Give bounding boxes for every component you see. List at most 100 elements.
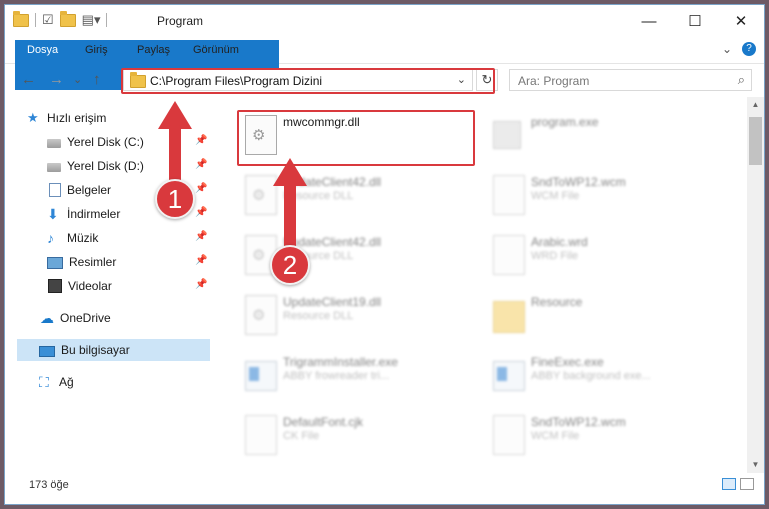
tab-home[interactable]: Giriş <box>75 40 118 60</box>
address-highlight-box <box>121 68 495 94</box>
tab-share[interactable]: Paylaş <box>127 40 180 60</box>
blank-file-icon <box>493 415 525 455</box>
blank-file-icon <box>245 415 277 455</box>
file-name: SndToWP12.wcm <box>531 415 626 429</box>
pin-icon: 📌 <box>195 279 208 290</box>
app-file-icon <box>493 361 525 391</box>
sidebar-item-label: Hızlı erişim <box>47 111 107 125</box>
sidebar-item-label: Yerel Disk (D:) <box>67 159 144 173</box>
sidebar-item-pictures[interactable]: Resimler <box>47 251 197 273</box>
forward-button[interactable]: → <box>49 71 64 88</box>
step-1-badge: 1 <box>155 179 195 219</box>
scroll-thumb[interactable] <box>749 117 762 165</box>
scroll-down-button[interactable]: ▼ <box>747 457 764 473</box>
separator <box>35 13 36 27</box>
new-folder-icon[interactable] <box>59 10 76 27</box>
up-button[interactable]: ↑ <box>93 71 101 88</box>
blank-file-icon <box>493 235 525 275</box>
sidebar-item-music[interactable]: ♪ Müzik <box>47 227 197 249</box>
scroll-up-button[interactable]: ▲ <box>747 97 764 113</box>
file-desc: WRD File <box>531 250 579 262</box>
file-item[interactable]: DefaultFont.cjk CK File <box>235 409 475 459</box>
file-name: UpdateClient19.dll <box>283 295 382 309</box>
file-desc: ABBY background exe... <box>531 370 651 382</box>
dll-file-icon <box>245 295 277 335</box>
navigation-bar: ← → ⌄ ↑ C:\Program Files\Program Dizini … <box>5 63 764 97</box>
exe-file-icon <box>493 121 521 149</box>
file-name: Resource <box>531 295 583 309</box>
this-pc-icon <box>39 345 55 357</box>
folder-icon <box>13 10 29 27</box>
documents-icon <box>49 183 61 197</box>
details-view-button[interactable] <box>722 478 736 490</box>
file-item[interactable]: Arabic.wrd WRD File <box>483 229 723 279</box>
disk-icon <box>47 163 61 172</box>
sidebar-item-label: Videolar <box>68 279 112 293</box>
file-item[interactable]: SndToWP12.wcm WCM File <box>483 169 723 219</box>
recent-locations-button[interactable]: ⌄ <box>73 73 82 86</box>
pin-icon: 📌 <box>195 255 208 266</box>
search-input[interactable]: Ara: Program <box>518 74 589 88</box>
pin-icon: 📌 <box>195 207 208 218</box>
file-name: DefaultFont.cjk <box>283 415 364 429</box>
arrow-shaft <box>284 183 296 253</box>
sidebar-item-videos[interactable]: Videolar <box>48 275 198 297</box>
file-item[interactable]: Resource <box>483 289 723 339</box>
search-box[interactable]: Ara: Program ⌕ <box>509 69 752 91</box>
back-button[interactable]: ← <box>21 71 36 88</box>
app-file-icon <box>245 361 277 391</box>
file-desc: WCM File <box>531 190 580 202</box>
customize-icon[interactable]: ▤▾ <box>82 13 101 27</box>
expand-ribbon-icon[interactable]: ⌄ <box>722 42 732 56</box>
file-name: TrigrammInstaller.exe <box>283 355 398 369</box>
sidebar-item-label: Bu bilgisayar <box>61 343 130 357</box>
title-bar: ☑ ▤▾ Program — ☐ ✕ <box>5 5 764 37</box>
status-bar: 173 öğe <box>5 473 764 497</box>
close-button[interactable]: ✕ <box>718 5 764 37</box>
separator <box>106 13 108 27</box>
item-count: 173 öğe <box>29 479 69 491</box>
vertical-scrollbar[interactable]: ▲ ▼ <box>747 97 764 473</box>
pin-icon: 📌 <box>195 159 208 170</box>
sidebar-item-onedrive[interactable]: ☁ OneDrive <box>40 307 200 329</box>
blank-file-icon <box>493 175 525 215</box>
maximize-button[interactable]: ☐ <box>672 5 718 37</box>
properties-icon[interactable]: ☑ <box>42 13 54 27</box>
sidebar-item-this-pc[interactable]: Bu bilgisayar <box>17 339 210 361</box>
ribbon: Dosya Giriş Paylaş Görünüm ⌄ ? <box>5 37 764 90</box>
file-name: FineExec.exe <box>531 355 604 369</box>
file-name: Arabic.wrd <box>531 235 588 249</box>
search-icon[interactable]: ⌕ <box>738 72 745 88</box>
sidebar-item-network[interactable]: ⛶ Ağ <box>39 371 199 393</box>
network-icon: ⛶ <box>39 374 49 390</box>
window-title: Program <box>157 14 204 28</box>
file-item[interactable]: SndToWP12.wcm WCM File <box>483 409 723 459</box>
sidebar-item-label: Yerel Disk (C:) <box>67 135 144 149</box>
step-2-badge: 2 <box>270 245 310 285</box>
file-item[interactable]: UpdateClient19.dll Resource DLL <box>235 289 475 339</box>
sidebar-item-label: Ağ <box>59 375 74 389</box>
explorer-window: ☑ ▤▾ Program — ☐ ✕ Dosya Giriş Paylaş Gö… <box>4 4 765 505</box>
file-item[interactable]: program.exe <box>483 109 723 159</box>
minimize-button[interactable]: — <box>626 5 672 37</box>
music-icon: ♪ <box>47 230 54 246</box>
tab-view[interactable]: Görünüm <box>183 40 249 60</box>
file-item[interactable]: TrigrammInstaller.exe ABBY frowreader tr… <box>235 349 475 399</box>
disk-icon <box>47 139 61 148</box>
file-desc: WCM File <box>531 430 580 442</box>
file-item[interactable]: UpdateClient42.dll Resource DLL <box>235 169 475 219</box>
file-item[interactable]: FineExec.exe ABBY background exe... <box>483 349 723 399</box>
large-icons-view-button[interactable] <box>740 478 754 490</box>
pin-icon: 📌 <box>195 183 208 194</box>
file-desc: ABBY frowreader tri... <box>283 370 390 382</box>
pin-icon: 📌 <box>195 231 208 242</box>
quick-access-icon: ★ <box>27 110 39 125</box>
downloads-icon: ⬇ <box>47 206 59 222</box>
folder-icon <box>493 301 525 333</box>
help-icon[interactable]: ? <box>742 42 756 56</box>
pin-icon: 📌 <box>195 135 208 146</box>
videos-icon <box>48 279 62 293</box>
file-desc: Resource DLL <box>283 310 354 322</box>
pictures-icon <box>47 257 63 269</box>
file-name: SndToWP12.wcm <box>531 175 626 189</box>
